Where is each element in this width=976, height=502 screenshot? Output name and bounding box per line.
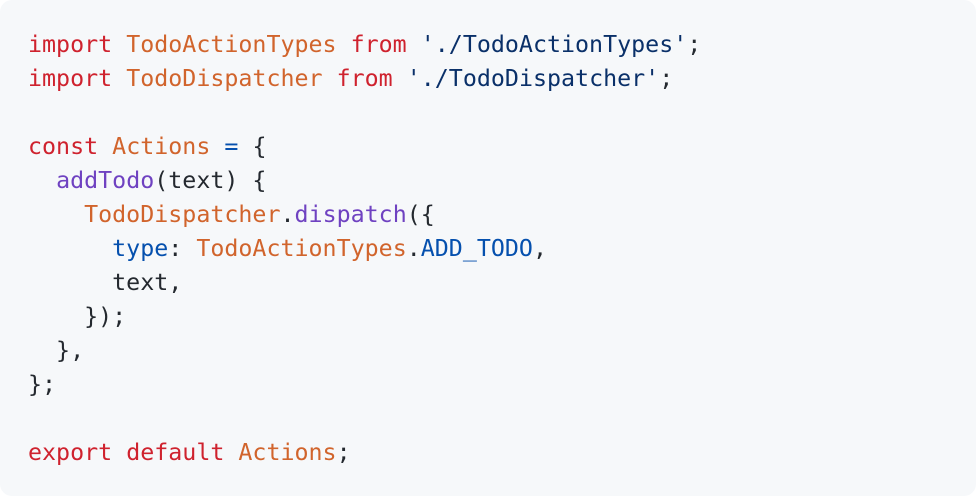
code-token-text: . [406,235,421,262]
code-token-text: ; [659,65,674,92]
code-token-text: , [532,235,547,262]
code-token-text: text, [28,269,183,296]
code-token-property: type [112,235,169,262]
code-token-keyword: from [350,31,407,58]
code-token-identifier: TodoActionTypes [126,31,337,58]
code-token-text: }); [28,303,127,330]
code-token-keyword: default [126,439,225,466]
code-line: }; [28,368,976,402]
code-line: TodoDispatcher.dispatch({ [28,198,976,232]
code-line: type: TodoActionTypes.ADD_TODO, [28,232,976,266]
code-token-text: : [168,235,197,262]
code-token-identifier: Actions [112,133,211,160]
code-token-text: }, [28,337,85,364]
code-token-text: ({ [406,201,435,228]
code-token-keyword: from [336,65,393,92]
code-token-text: ; [687,31,702,58]
code-token-text: { [238,133,267,160]
code-line: const Actions = { [28,130,976,164]
code-token-identifier: TodoDispatcher [84,201,281,228]
code-token-identifier: TodoDispatcher [126,65,323,92]
code-line: import TodoDispatcher from './TodoDispat… [28,62,976,96]
code-token-string: './TodoDispatcher' [406,65,660,92]
code-block: import TodoActionTypes from './TodoActio… [0,0,976,496]
code-token-text: (text) { [154,167,267,194]
code-line: export default Actions; [28,436,976,470]
code-token-identifier: Actions [238,439,337,466]
code-line: import TodoActionTypes from './TodoActio… [28,28,976,62]
code-line: }, [28,334,976,368]
code-token-property: = [224,133,239,160]
code-line: text, [28,266,976,300]
code-token-property: ADD_TODO [420,235,533,262]
code-token-keyword: import [28,31,113,58]
code-token-keyword: const [28,133,99,160]
code-token-text: . [280,201,295,228]
code-line: }); [28,300,976,334]
code-token-keyword: export [28,439,113,466]
code-token-function: addTodo [56,167,155,194]
code-token-identifier: TodoActionTypes [196,235,407,262]
code-token-text: ; [336,439,351,466]
code-content: import TodoActionTypes from './TodoActio… [28,28,976,470]
code-token-string: './TodoActionTypes' [420,31,688,58]
code-token-keyword: import [28,65,113,92]
code-token-function: dispatch [294,201,407,228]
code-token-text: }; [28,371,57,398]
code-line: addTodo(text) { [28,164,976,198]
